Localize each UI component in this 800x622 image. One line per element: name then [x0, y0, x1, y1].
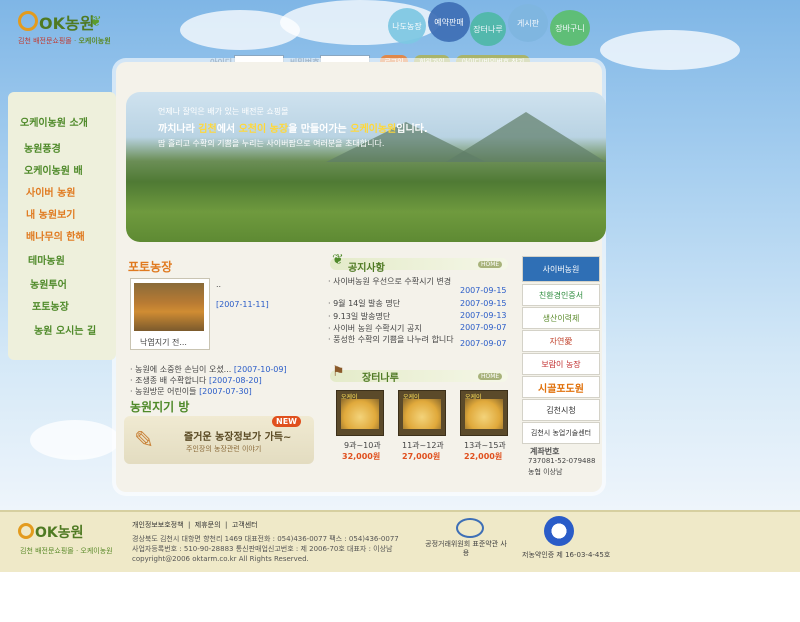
banner-cyber-farm[interactable]: 사이버농원 — [522, 256, 600, 282]
hero-tagline: 언제나 잘익은 배가 있는 배전문 쇼핑몰 — [158, 107, 289, 116]
site-logo[interactable]: OK농원 ❦ 김천 배전문쇼핑몰 · 오케이농원 — [14, 10, 124, 50]
certification-icon — [544, 516, 574, 546]
board-banner-title: 즐거운 농장정보가 가득~ — [184, 432, 292, 443]
fair-trade-text: 공정거래위원회 표준약관 사용 — [425, 540, 507, 557]
sidebar-item-pear-year[interactable]: 배나무의 한해 — [26, 228, 85, 243]
topnav-item-reservation[interactable]: 예약판매 — [428, 2, 470, 42]
notice-date: 2007-09-13 — [460, 311, 507, 320]
leaf-icon: ❦ — [90, 14, 102, 30]
notice-item[interactable]: · 풍성한 수확의 기쁨을 나누려 합니다 — [328, 334, 456, 345]
sidebar-item-theme[interactable]: 테마농원 — [28, 252, 65, 267]
logo-circle-icon — [18, 11, 38, 31]
banner-grape[interactable]: 시골포도원 — [522, 376, 600, 398]
logo-subtitle: 김천 배전문쇼핑몰 · 오케이농원 — [18, 37, 111, 45]
banner-eco-cert[interactable]: 친환경인증서 — [522, 284, 600, 306]
sidebar-item-cyber-farm[interactable]: 사이버 농원 — [26, 184, 75, 199]
sidebar-item-directions[interactable]: 농원 오시는 길 — [34, 322, 96, 337]
market-title: 장터나루 — [362, 373, 399, 384]
list-item[interactable]: · 조생종 배 수확합니다 [2007-08-20] — [130, 375, 262, 386]
list-item[interactable]: · 농원방문 어린이들 [2007-07-30] — [130, 386, 252, 397]
footer-links: 개인정보보호정책 | 제휴문의 | 고객센터 — [132, 521, 258, 529]
topnav-item-nado-farm[interactable]: 나도농장 — [388, 8, 426, 44]
book-icon: ✎ — [134, 426, 155, 454]
footer-link-support[interactable]: 고객센터 — [232, 521, 258, 529]
mountain-shape — [446, 112, 606, 162]
photo-thumbnail[interactable] — [134, 283, 204, 331]
product-count: 11과~12과 — [402, 441, 444, 450]
photo-dots: .. — [216, 280, 222, 289]
account-title: 계좌번호 — [530, 447, 560, 456]
cloud-shape — [600, 30, 740, 70]
logo-circle-icon — [18, 523, 34, 539]
hero-subtext: 땀 흘리고 수확의 기쁨을 누리는 사이버팜으로 여러분을 초대합니다. — [158, 139, 385, 148]
logo-text: OK농원 — [18, 10, 94, 34]
notice-item[interactable]: · 9월 14일 발송 명단 — [328, 298, 400, 309]
footer — [0, 510, 800, 572]
account-number: 737081-52-079488 — [528, 457, 596, 465]
footer-logo: OK농원 — [18, 522, 84, 542]
banner-nature[interactable]: 자연愛 — [522, 330, 600, 352]
product-thumbnail[interactable]: 오케이 — [336, 390, 384, 436]
notice-date: 2007-09-07 — [460, 323, 507, 332]
banner-trace[interactable]: 생산이력제 — [522, 307, 600, 329]
account-holder: 농협 이상남 — [528, 468, 563, 476]
topnav-item-cart[interactable]: 장바구니 — [550, 10, 590, 46]
product-thumbnail[interactable]: 오케이 — [398, 390, 446, 436]
sidebar-item-pear[interactable]: 오케이농원 배 — [24, 162, 83, 177]
sidebar-item-my-farm[interactable]: 내 농원보기 — [26, 206, 75, 221]
product-count: 13과~15과 — [464, 441, 506, 450]
notice-date: 2007-09-07 — [460, 339, 507, 348]
photo-caption: 낙엽지기 전... — [140, 338, 187, 347]
product-price: 32,000원 — [342, 452, 381, 461]
product-price: 27,000원 — [402, 452, 441, 461]
megaphone-icon: ❦ — [332, 252, 344, 268]
certification-text: 저농약인증 제 16-03-4-45호 — [522, 551, 611, 559]
notice-date: 2007-09-15 — [460, 299, 507, 308]
sidebar-item-scenery[interactable]: 농원풍경 — [24, 140, 61, 155]
product-count: 9과~10과 — [344, 441, 381, 450]
cloud-shape — [30, 420, 120, 460]
notice-item[interactable]: · 9.13일 발송명단 — [328, 311, 390, 322]
banner-city-hall[interactable]: 김천시청 — [522, 399, 600, 421]
photo-section-title: 포토농장 — [128, 260, 173, 274]
footer-info: 경상북도 김천시 대항면 향천리 1469 대표전화 : 054)436-007… — [132, 535, 399, 563]
photo-date: [2007-11-11] — [216, 300, 269, 309]
footer-link-privacy[interactable]: 개인정보보호정책 — [132, 521, 184, 529]
notice-item[interactable]: · 사이버 농원 수확시기 공지 — [328, 323, 422, 334]
sidebar-item-tour[interactable]: 농원투어 — [30, 276, 67, 291]
sidebar-item-photo[interactable]: 포토농장 — [32, 298, 69, 313]
footer-link-partner[interactable]: 제휴문의 — [195, 521, 221, 529]
signpost-icon: ⚑ — [332, 364, 345, 380]
board-section-title: 농원지기 방 — [130, 400, 190, 414]
list-item[interactable]: · 농원에 소중한 손님이 오셨... [2007-10-09] — [130, 364, 287, 375]
notice-item[interactable]: · 사이버농원 우선으로 수확시기 변경 — [328, 276, 456, 287]
footer-logo-sub: 김천 배전문쇼핑몰 · 오케이농원 — [20, 547, 113, 555]
fair-trade-icon — [456, 518, 484, 538]
topnav-item-board[interactable]: 게시판 — [508, 4, 548, 42]
topnav-item-market[interactable]: 장터나루 — [470, 12, 506, 46]
notice-date: 2007-09-15 — [460, 286, 507, 295]
sidebar-item-about[interactable]: 오케이농원 소개 — [20, 114, 88, 129]
board-banner-sub: 주인장의 농장관련 이야기 — [186, 445, 262, 453]
hero-headline: 까치나라 김천에서 오천이 농장을 만들어가는 오케이농원입니다. — [158, 124, 428, 135]
sidebar — [8, 92, 116, 360]
banner-boram-farm[interactable]: 보람이 농장 — [522, 353, 600, 375]
product-price: 22,000원 — [464, 452, 503, 461]
product-thumbnail[interactable]: 오케이 — [460, 390, 508, 436]
market-more-button[interactable]: HOME — [478, 373, 503, 380]
banner-agri-center[interactable]: 김천시 농업기술센터 — [522, 422, 600, 444]
new-badge: NEW — [272, 416, 301, 427]
notice-more-button[interactable]: HOME — [478, 261, 503, 268]
notice-title: 공지사항 — [348, 263, 385, 274]
